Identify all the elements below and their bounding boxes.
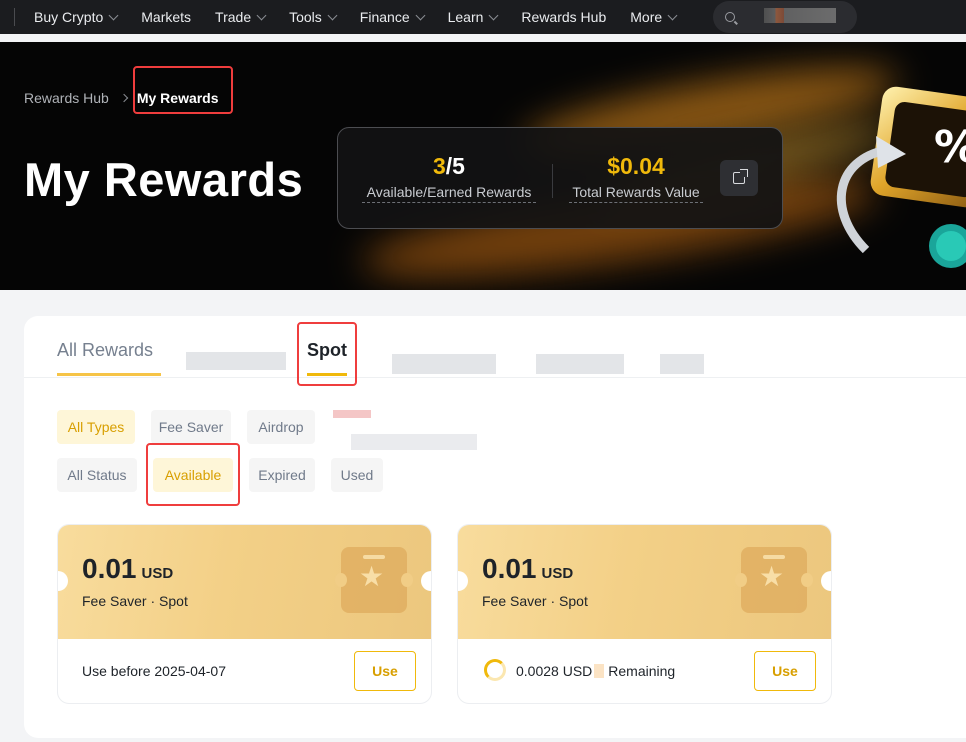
open-external-button[interactable] bbox=[720, 160, 758, 196]
reward-amount: 0.01 USD bbox=[82, 553, 173, 585]
filter-all-status[interactable]: All Status bbox=[57, 458, 137, 492]
reward-type: Fee Saver · Spot bbox=[82, 593, 188, 609]
reward-art-illustration: % bbox=[836, 86, 966, 268]
nav-finance[interactable]: Finance bbox=[359, 9, 426, 25]
nav-divider bbox=[14, 8, 15, 26]
search-icon bbox=[725, 12, 735, 22]
nav-label: Learn bbox=[447, 9, 484, 25]
highlight-box bbox=[133, 66, 233, 114]
rewards-stats-panel: 3/5 Available/Earned Rewards $0.04 Total… bbox=[337, 127, 783, 229]
rewards-content: All Rewards Spot All Types Fee Saver Air… bbox=[24, 316, 966, 738]
nav-label: Trade bbox=[215, 9, 252, 25]
nav-label: Markets bbox=[141, 9, 192, 25]
tab-all-rewards[interactable]: All Rewards bbox=[57, 340, 153, 361]
reward-card: 0.01 USD Fee Saver · Spot ★ Use before 2… bbox=[57, 524, 432, 704]
redacted-tab bbox=[186, 352, 286, 370]
reward-type: Fee Saver · Spot bbox=[482, 593, 588, 609]
chevron-right-icon bbox=[119, 93, 129, 103]
reward-expiry: Use before 2025-04-07 bbox=[82, 663, 226, 679]
nav-buy-crypto[interactable]: Buy Crypto bbox=[34, 9, 119, 25]
filter-fee-saver[interactable]: Fee Saver bbox=[151, 410, 231, 444]
remaining-progress-icon bbox=[484, 659, 506, 681]
nav-label: Buy Crypto bbox=[34, 9, 104, 25]
tab-underline bbox=[57, 373, 161, 376]
ticket-star-icon: ★ bbox=[335, 547, 413, 613]
redacted-search-text bbox=[764, 8, 836, 23]
remaining-label: Remaining bbox=[608, 663, 676, 679]
chevron-down-icon bbox=[488, 10, 499, 20]
ticket-bar bbox=[763, 555, 785, 559]
nav-markets[interactable]: Markets bbox=[141, 9, 191, 25]
reward-amount-value: 0.01 bbox=[482, 553, 537, 584]
redacted-filter bbox=[351, 434, 477, 450]
hero-banner: % Rewards Hub My Rewards My Rewards 3/5 … bbox=[0, 42, 966, 290]
earned-count: /5 bbox=[445, 153, 465, 179]
use-reward-button[interactable]: Use bbox=[354, 651, 416, 691]
use-reward-button[interactable]: Use bbox=[754, 651, 816, 691]
top-nav: Buy Crypto Markets Trade Tools Finance L… bbox=[0, 0, 966, 34]
reward-card: 0.01 USD Fee Saver · Spot ★ 0.0028 USD R… bbox=[457, 524, 832, 704]
reward-amount-unit: USD bbox=[141, 565, 174, 582]
reward-amount-unit: USD bbox=[541, 565, 574, 582]
highlight-box bbox=[297, 322, 357, 386]
ticket-bar bbox=[363, 555, 385, 559]
reward-tabs: All Rewards Spot bbox=[24, 316, 966, 386]
remaining-balance: 0.0028 USD Remaining bbox=[516, 663, 675, 679]
svg-text:%: % bbox=[934, 122, 966, 173]
available-earned-value: 3/5 bbox=[362, 153, 536, 180]
redacted-filter bbox=[333, 410, 371, 418]
nav-label: Tools bbox=[289, 9, 322, 25]
available-earned-stat: 3/5 Available/Earned Rewards bbox=[362, 153, 536, 203]
available-count: 3 bbox=[433, 153, 446, 179]
redacted-tab bbox=[392, 354, 496, 374]
redacted-tab bbox=[536, 354, 624, 374]
nav-tools[interactable]: Tools bbox=[289, 9, 338, 25]
nav-label: Rewards Hub bbox=[521, 9, 607, 25]
total-value-stat: $0.04 Total Rewards Value bbox=[569, 153, 703, 203]
ticket-star-icon: ★ bbox=[735, 547, 813, 613]
nav-rewards-hub[interactable]: Rewards Hub bbox=[521, 9, 606, 25]
chevron-down-icon bbox=[415, 10, 426, 20]
redacted-tab bbox=[660, 354, 704, 374]
ticket-notch bbox=[735, 573, 747, 587]
chevron-down-icon bbox=[327, 10, 338, 20]
chevron-down-icon bbox=[256, 10, 267, 20]
filter-used[interactable]: Used bbox=[331, 458, 383, 492]
star-icon: ★ bbox=[359, 561, 385, 592]
page-title: My Rewards bbox=[24, 153, 304, 206]
remaining-amount: 0.0028 USD bbox=[516, 663, 593, 679]
star-icon: ★ bbox=[759, 561, 785, 592]
ticket-notch bbox=[401, 573, 413, 587]
redacted-char bbox=[594, 664, 605, 678]
reward-amount: 0.01 USD bbox=[482, 553, 573, 585]
highlight-box bbox=[146, 443, 240, 506]
nav-label: Finance bbox=[359, 9, 410, 25]
nav-trade[interactable]: Trade bbox=[215, 9, 267, 25]
chevron-down-icon bbox=[667, 10, 678, 20]
ticket-notch bbox=[335, 573, 347, 587]
nav-learn[interactable]: Learn bbox=[447, 9, 499, 25]
chevron-down-icon bbox=[108, 10, 119, 20]
external-link-icon bbox=[733, 169, 748, 184]
total-value-label[interactable]: Total Rewards Value bbox=[569, 184, 703, 203]
breadcrumb-rewards-hub[interactable]: Rewards Hub bbox=[24, 90, 109, 106]
stat-divider bbox=[552, 164, 553, 198]
available-earned-label[interactable]: Available/Earned Rewards bbox=[362, 184, 536, 203]
total-value: $0.04 bbox=[607, 153, 665, 179]
filter-all-types[interactable]: All Types bbox=[57, 410, 135, 444]
reward-amount-value: 0.01 bbox=[82, 553, 137, 584]
nav-more[interactable]: More bbox=[630, 9, 678, 25]
filter-airdrop[interactable]: Airdrop bbox=[247, 410, 315, 444]
filter-expired[interactable]: Expired bbox=[249, 458, 315, 492]
nav-label: More bbox=[630, 9, 663, 25]
ticket-notch bbox=[801, 573, 813, 587]
